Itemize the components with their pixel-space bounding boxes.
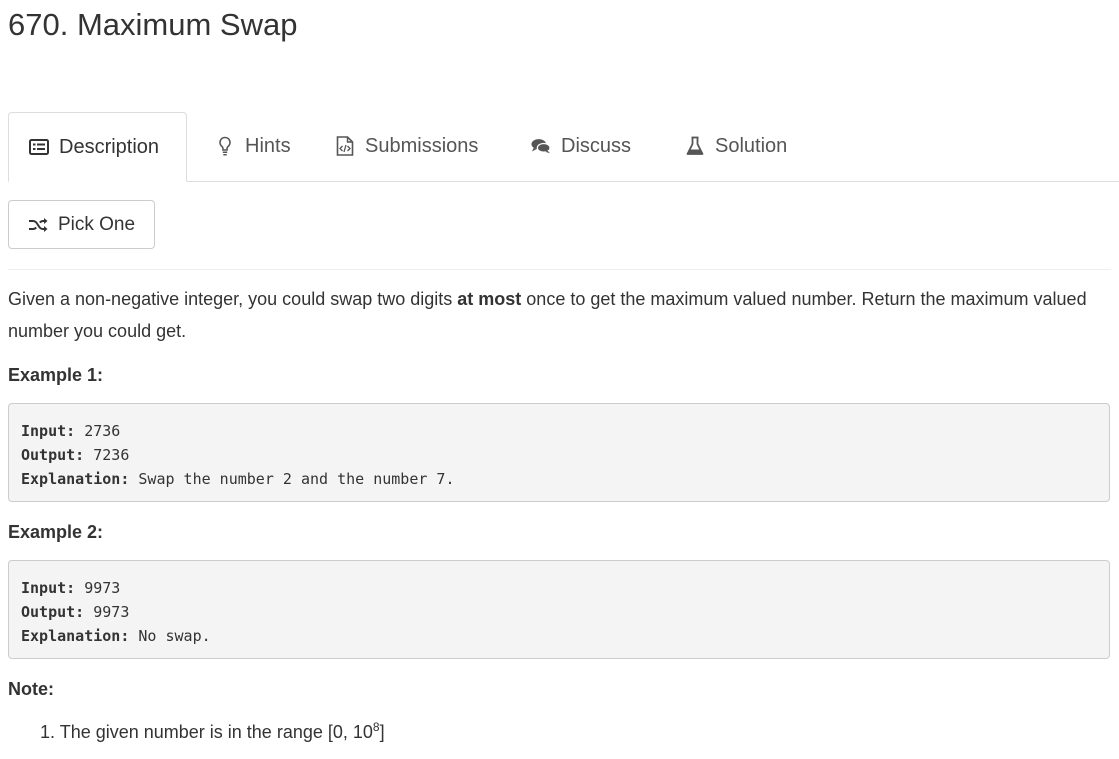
list-icon (29, 137, 49, 157)
page-title: 670. Maximum Swap (8, 7, 298, 42)
code-file-icon (335, 136, 355, 156)
example-2-block: Input: 9973 Output: 9973 Explanation: No… (8, 560, 1110, 659)
comments-icon (531, 136, 551, 156)
tab-label: Solution (715, 134, 788, 157)
tab-discuss[interactable]: Discuss (531, 112, 631, 180)
tab-submissions[interactable]: Submissions (335, 112, 478, 180)
intro-paragraph: Given a non-negative integer, you could … (8, 289, 1087, 341)
pick-one-button[interactable]: Pick One (8, 200, 155, 249)
lightbulb-icon (215, 136, 235, 156)
note-heading: Note: (8, 679, 54, 699)
example-1-block: Input: 2736 Output: 7236 Explanation: Sw… (8, 403, 1110, 502)
tab-bar: Description Hints Submissions Discuss So… (8, 112, 1119, 182)
problem-description: Given a non-negative integer, you could … (8, 283, 1114, 347)
example-2-heading: Example 2: (8, 522, 104, 542)
tab-label: Discuss (561, 134, 632, 157)
example-1-heading: Example 1: (8, 365, 104, 385)
tab-label: Hints (245, 134, 291, 157)
tab-label: Submissions (365, 134, 479, 157)
tab-label: Description (59, 135, 160, 158)
list-item: 1. The given number is in the range [0, … (40, 720, 385, 742)
tab-hints[interactable]: Hints (215, 112, 291, 180)
tab-solution[interactable]: Solution (685, 112, 787, 180)
flask-icon (685, 136, 705, 156)
tab-description[interactable]: Description (8, 112, 187, 182)
section-divider (8, 269, 1111, 270)
intro-emphasis: at most (457, 289, 522, 309)
note-list: 1. The given number is in the range [0, … (40, 720, 385, 744)
pick-one-label: Pick One (57, 213, 136, 235)
shuffle-icon (28, 217, 48, 233)
